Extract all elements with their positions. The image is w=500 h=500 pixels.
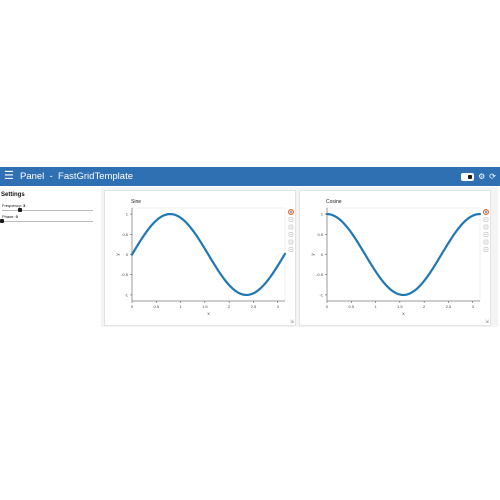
header-controls: ⚙ ⟳	[461, 171, 496, 182]
main-grid: Sine 0 0.5 1 1.5 2 2.5 3 x -1 -0.5 0 0.5 1 y ⇲ Cosine 0…	[101, 187, 498, 327]
box-zoom-icon[interactable]	[288, 224, 294, 230]
frequency-slider-handle[interactable]	[18, 208, 22, 212]
frequency-label: Frequency: 3	[2, 203, 25, 208]
sine-chart[interactable]: Sine 0 0.5 1 1.5 2 2.5 3 x -1 -0.5 0 0.5 1 y	[105, 191, 297, 327]
app-page: ☰ Panel - FastGridTemplate ⚙ ⟳ Settings …	[0, 0, 500, 500]
resize-handle-icon[interactable]: ⇲	[485, 319, 489, 325]
phase-slider-handle[interactable]	[0, 219, 4, 223]
x-tick-label: 0	[326, 304, 329, 309]
wheel-zoom-icon[interactable]	[288, 232, 294, 237]
save-icon[interactable]	[483, 239, 489, 245]
x-axis-label: x	[207, 311, 210, 316]
theme-toggle-icon[interactable]	[461, 172, 475, 181]
phase-label: Phase: 0	[2, 214, 18, 219]
frequency-value: 3	[23, 203, 26, 208]
x-tick-label: 1	[374, 304, 377, 309]
y-tick-label: 1	[126, 212, 129, 217]
x-tick-label: 2.5	[251, 304, 257, 309]
chart-title: Cosine	[326, 199, 342, 205]
phase-label-text: Phase:	[2, 214, 15, 219]
pan-icon[interactable]	[483, 217, 489, 222]
x-tick-label: 1.5	[397, 304, 403, 309]
y-tick-label: -0.5	[121, 272, 129, 277]
x-tick-label: 1.5	[202, 304, 208, 309]
x-tick-label: 0.5	[349, 304, 355, 309]
y-axis-label: y	[310, 253, 315, 256]
sidebar: Settings Frequency: 3 Phase: 0	[0, 186, 97, 326]
y-tick-label: -1	[319, 292, 323, 297]
y-tick-label: 0.5	[317, 232, 323, 237]
gear-icon[interactable]: ⚙	[478, 172, 485, 182]
wheel-zoom-icon[interactable]	[483, 232, 489, 237]
x-tick-label: 3	[277, 304, 280, 309]
pan-icon[interactable]	[288, 217, 294, 222]
x-tick-label: 2.5	[446, 304, 452, 309]
x-tick-label: 1	[179, 304, 182, 309]
cosine-card: Cosine 0 0.5 1 1.5 2 2.5 3 x -1 -0.5 0 0.5 1 y ⇲	[299, 190, 491, 326]
x-axis-label: x	[402, 311, 405, 316]
x-tick-label: 0	[131, 304, 134, 309]
hamburger-menu-icon[interactable]: ☰	[4, 170, 14, 183]
y-axis-label: y	[115, 253, 120, 256]
cosine-chart[interactable]: Cosine 0 0.5 1 1.5 2 2.5 3 x -1 -0.5 0 0.5 1 y	[300, 191, 492, 327]
box-zoom-icon[interactable]	[483, 224, 489, 230]
series-line	[130, 212, 287, 297]
reload-icon[interactable]: ⟳	[489, 172, 496, 182]
y-tick-label: 0	[126, 252, 129, 257]
resize-handle-icon[interactable]: ⇲	[290, 319, 294, 325]
bokeh-logo-icon[interactable]	[483, 209, 490, 216]
series-line	[325, 212, 482, 297]
save-icon[interactable]	[288, 239, 294, 245]
y-tick-label: 1	[321, 212, 324, 217]
y-tick-label: -0.5	[316, 272, 324, 277]
frequency-slider-track[interactable]	[2, 210, 93, 211]
sidebar-title: Settings	[1, 192, 25, 198]
sine-card: Sine 0 0.5 1 1.5 2 2.5 3 x -1 -0.5 0 0.5 1 y ⇲	[104, 190, 296, 326]
phase-value: 0	[15, 214, 18, 219]
plot-frame	[326, 207, 481, 302]
x-tick-label: 2	[228, 304, 231, 309]
reset-icon[interactable]	[288, 247, 294, 252]
x-tick-label: 0.5	[154, 304, 160, 309]
x-tick-label: 2	[423, 304, 426, 309]
bokeh-logo-icon[interactable]	[288, 209, 295, 216]
x-tick-label: 3	[472, 304, 475, 309]
app-title: Panel - FastGridTemplate	[20, 171, 133, 182]
y-tick-label: 0.5	[122, 232, 128, 237]
reset-icon[interactable]	[483, 247, 489, 252]
y-tick-label: -1	[124, 292, 128, 297]
y-tick-label: 0	[321, 252, 324, 257]
chart-title: Sine	[131, 199, 141, 205]
app-header: ☰ Panel - FastGridTemplate ⚙ ⟳	[0, 167, 500, 186]
phase-slider-track[interactable]	[2, 221, 93, 222]
